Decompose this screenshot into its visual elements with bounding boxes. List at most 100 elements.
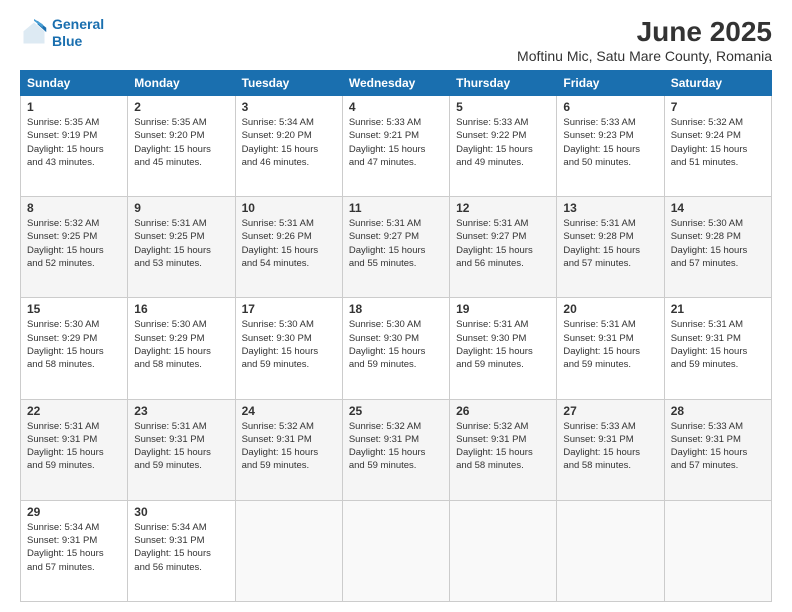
day-cell-19: 19 Sunrise: 5:31 AMSunset: 9:30 PMDaylig… [450,298,557,399]
day-number: 20 [563,302,657,316]
day-detail: Sunrise: 5:33 AMSunset: 9:22 PMDaylight:… [456,116,550,169]
main-title: June 2025 [517,16,772,48]
day-cell-25: 25 Sunrise: 5:32 AMSunset: 9:31 PMDaylig… [342,399,449,500]
day-detail: Sunrise: 5:33 AMSunset: 9:31 PMDaylight:… [563,420,657,473]
day-cell-24: 24 Sunrise: 5:32 AMSunset: 9:31 PMDaylig… [235,399,342,500]
day-cell-4: 4 Sunrise: 5:33 AMSunset: 9:21 PMDayligh… [342,96,449,197]
day-detail: Sunrise: 5:31 AMSunset: 9:31 PMDaylight:… [27,420,121,473]
logo-icon [20,19,48,47]
day-number: 21 [671,302,765,316]
column-header-friday: Friday [557,71,664,96]
week-row-4: 22 Sunrise: 5:31 AMSunset: 9:31 PMDaylig… [21,399,772,500]
column-header-tuesday: Tuesday [235,71,342,96]
day-number: 29 [27,505,121,519]
day-number: 3 [242,100,336,114]
day-cell-28: 28 Sunrise: 5:33 AMSunset: 9:31 PMDaylig… [664,399,771,500]
day-cell-6: 6 Sunrise: 5:33 AMSunset: 9:23 PMDayligh… [557,96,664,197]
day-number: 6 [563,100,657,114]
column-header-wednesday: Wednesday [342,71,449,96]
day-cell-29: 29 Sunrise: 5:34 AMSunset: 9:31 PMDaylig… [21,500,128,601]
day-number: 10 [242,201,336,215]
empty-cell [342,500,449,601]
day-cell-16: 16 Sunrise: 5:30 AMSunset: 9:29 PMDaylig… [128,298,235,399]
day-number: 30 [134,505,228,519]
column-header-saturday: Saturday [664,71,771,96]
day-number: 23 [134,404,228,418]
day-detail: Sunrise: 5:33 AMSunset: 9:31 PMDaylight:… [671,420,765,473]
day-cell-18: 18 Sunrise: 5:30 AMSunset: 9:30 PMDaylig… [342,298,449,399]
header: General Blue June 2025 Moftinu Mic, Satu… [20,16,772,64]
day-detail: Sunrise: 5:32 AMSunset: 9:25 PMDaylight:… [27,217,121,270]
day-detail: Sunrise: 5:30 AMSunset: 9:29 PMDaylight:… [134,318,228,371]
week-row-1: 1 Sunrise: 5:35 AMSunset: 9:19 PMDayligh… [21,96,772,197]
day-cell-8: 8 Sunrise: 5:32 AMSunset: 9:25 PMDayligh… [21,197,128,298]
day-detail: Sunrise: 5:30 AMSunset: 9:30 PMDaylight:… [349,318,443,371]
day-detail: Sunrise: 5:33 AMSunset: 9:21 PMDaylight:… [349,116,443,169]
day-number: 24 [242,404,336,418]
day-cell-27: 27 Sunrise: 5:33 AMSunset: 9:31 PMDaylig… [557,399,664,500]
day-cell-3: 3 Sunrise: 5:34 AMSunset: 9:20 PMDayligh… [235,96,342,197]
day-detail: Sunrise: 5:30 AMSunset: 9:28 PMDaylight:… [671,217,765,270]
day-cell-13: 13 Sunrise: 5:31 AMSunset: 9:28 PMDaylig… [557,197,664,298]
day-detail: Sunrise: 5:31 AMSunset: 9:27 PMDaylight:… [349,217,443,270]
day-detail: Sunrise: 5:31 AMSunset: 9:25 PMDaylight:… [134,217,228,270]
week-row-3: 15 Sunrise: 5:30 AMSunset: 9:29 PMDaylig… [21,298,772,399]
page: General Blue June 2025 Moftinu Mic, Satu… [0,0,792,612]
day-detail: Sunrise: 5:35 AMSunset: 9:19 PMDaylight:… [27,116,121,169]
day-detail: Sunrise: 5:34 AMSunset: 9:20 PMDaylight:… [242,116,336,169]
empty-cell [664,500,771,601]
week-row-2: 8 Sunrise: 5:32 AMSunset: 9:25 PMDayligh… [21,197,772,298]
day-cell-2: 2 Sunrise: 5:35 AMSunset: 9:20 PMDayligh… [128,96,235,197]
day-cell-20: 20 Sunrise: 5:31 AMSunset: 9:31 PMDaylig… [557,298,664,399]
header-row: SundayMondayTuesdayWednesdayThursdayFrid… [21,71,772,96]
day-number: 7 [671,100,765,114]
day-cell-12: 12 Sunrise: 5:31 AMSunset: 9:27 PMDaylig… [450,197,557,298]
day-number: 22 [27,404,121,418]
day-number: 9 [134,201,228,215]
day-cell-21: 21 Sunrise: 5:31 AMSunset: 9:31 PMDaylig… [664,298,771,399]
day-detail: Sunrise: 5:33 AMSunset: 9:23 PMDaylight:… [563,116,657,169]
day-number: 25 [349,404,443,418]
empty-cell [235,500,342,601]
day-cell-17: 17 Sunrise: 5:30 AMSunset: 9:30 PMDaylig… [235,298,342,399]
day-cell-15: 15 Sunrise: 5:30 AMSunset: 9:29 PMDaylig… [21,298,128,399]
day-number: 14 [671,201,765,215]
day-cell-30: 30 Sunrise: 5:34 AMSunset: 9:31 PMDaylig… [128,500,235,601]
day-cell-5: 5 Sunrise: 5:33 AMSunset: 9:22 PMDayligh… [450,96,557,197]
day-number: 5 [456,100,550,114]
day-detail: Sunrise: 5:32 AMSunset: 9:31 PMDaylight:… [242,420,336,473]
day-number: 2 [134,100,228,114]
day-number: 1 [27,100,121,114]
day-cell-1: 1 Sunrise: 5:35 AMSunset: 9:19 PMDayligh… [21,96,128,197]
day-detail: Sunrise: 5:30 AMSunset: 9:30 PMDaylight:… [242,318,336,371]
day-cell-23: 23 Sunrise: 5:31 AMSunset: 9:31 PMDaylig… [128,399,235,500]
empty-cell [557,500,664,601]
day-cell-10: 10 Sunrise: 5:31 AMSunset: 9:26 PMDaylig… [235,197,342,298]
day-cell-7: 7 Sunrise: 5:32 AMSunset: 9:24 PMDayligh… [664,96,771,197]
calendar-table: SundayMondayTuesdayWednesdayThursdayFrid… [20,70,772,602]
subtitle: Moftinu Mic, Satu Mare County, Romania [517,48,772,64]
day-cell-11: 11 Sunrise: 5:31 AMSunset: 9:27 PMDaylig… [342,197,449,298]
logo-text: General Blue [52,16,104,50]
day-number: 19 [456,302,550,316]
day-detail: Sunrise: 5:34 AMSunset: 9:31 PMDaylight:… [134,521,228,574]
day-cell-14: 14 Sunrise: 5:30 AMSunset: 9:28 PMDaylig… [664,197,771,298]
day-number: 27 [563,404,657,418]
day-number: 18 [349,302,443,316]
day-detail: Sunrise: 5:32 AMSunset: 9:31 PMDaylight:… [456,420,550,473]
day-number: 8 [27,201,121,215]
day-detail: Sunrise: 5:35 AMSunset: 9:20 PMDaylight:… [134,116,228,169]
day-detail: Sunrise: 5:31 AMSunset: 9:30 PMDaylight:… [456,318,550,371]
day-detail: Sunrise: 5:31 AMSunset: 9:31 PMDaylight:… [563,318,657,371]
day-number: 17 [242,302,336,316]
day-detail: Sunrise: 5:31 AMSunset: 9:27 PMDaylight:… [456,217,550,270]
day-number: 4 [349,100,443,114]
day-detail: Sunrise: 5:34 AMSunset: 9:31 PMDaylight:… [27,521,121,574]
week-row-5: 29 Sunrise: 5:34 AMSunset: 9:31 PMDaylig… [21,500,772,601]
day-detail: Sunrise: 5:32 AMSunset: 9:24 PMDaylight:… [671,116,765,169]
column-header-monday: Monday [128,71,235,96]
day-number: 11 [349,201,443,215]
logo-line1: General [52,16,104,32]
day-cell-22: 22 Sunrise: 5:31 AMSunset: 9:31 PMDaylig… [21,399,128,500]
day-number: 15 [27,302,121,316]
